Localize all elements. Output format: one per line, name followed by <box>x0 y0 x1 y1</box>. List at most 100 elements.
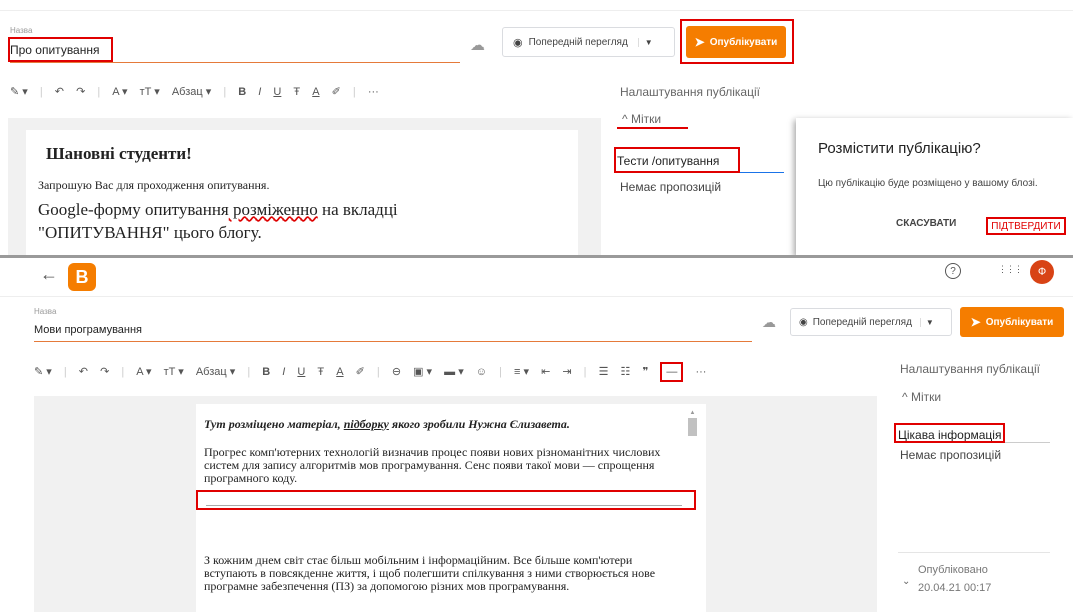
editor-canvas: Шановні студенти! Запрошую Вас для прохо… <box>8 118 601 258</box>
publish-button[interactable]: ➤ Опублікувати <box>960 307 1064 337</box>
help-icon[interactable]: ? <box>945 263 961 279</box>
text-color-icon[interactable]: A ▾ <box>136 365 151 378</box>
emoji-icon[interactable]: ☺ <box>476 366 487 378</box>
doc-line2c: на вкладці <box>317 200 398 219</box>
blogger-logo-icon[interactable]: B <box>68 263 96 291</box>
undo-icon[interactable]: ↶ <box>55 85 64 98</box>
underline-icon[interactable]: U <box>297 366 305 378</box>
published-label: Опубліковано <box>918 564 988 576</box>
editor-toolbar: ✎ ▾ | ↶ ↷ | A ▾ ᴛT ▾ Абзац ▾ | B I U Ŧ A… <box>10 85 379 98</box>
scrollbar-thumb[interactable] <box>688 418 697 436</box>
font-size-icon[interactable]: ᴛT ▾ <box>164 365 184 378</box>
published-chevron-icon[interactable]: ⌄ <box>902 576 910 587</box>
send-icon: ➤ <box>970 315 981 329</box>
text-color-icon[interactable]: A ▾ <box>112 85 127 98</box>
doc-heading: Шановні студенти! <box>46 144 192 163</box>
document-page[interactable]: Тут розміщено матеріал, підборку якого з… <box>196 404 706 612</box>
doc-line2: Google-форму опитування розміженно на вк… <box>38 200 398 220</box>
chevron-down-icon[interactable]: ▼ <box>637 37 653 47</box>
highlight-labels <box>614 147 740 173</box>
apps-grid-icon[interactable]: ⋮⋮⋮ <box>998 264 1023 275</box>
font-color-icon[interactable]: A <box>312 86 319 98</box>
doc-intro-a: Тут розміщено матеріал, <box>204 417 344 431</box>
editor-toolbar: ✎ ▾ | ↶ ↷ | A ▾ ᴛT ▾ Абзац ▾ | B I U Ŧ A… <box>34 362 715 382</box>
published-date: 20.04.21 00:17 <box>918 582 992 594</box>
doc-line3: "ОПИТУВАННЯ" цього блогу. <box>38 223 262 242</box>
numbered-list-icon[interactable]: ☷ <box>621 365 631 378</box>
italic-icon[interactable]: I <box>258 86 261 98</box>
more-icon[interactable]: ··· <box>695 366 706 378</box>
publish-dialog: Розмістити публікацію? Цю публікацію буд… <box>796 118 1073 256</box>
title-underline <box>10 62 460 63</box>
undo-icon[interactable]: ↶ <box>79 365 88 378</box>
confirm-button[interactable]: ПІДТВЕРДИТИ <box>986 217 1066 235</box>
bold-icon[interactable]: B <box>262 366 270 378</box>
indent-more-icon[interactable]: ⇥ <box>562 365 571 378</box>
bulleted-list-icon[interactable]: ☰ <box>599 365 609 378</box>
italic-icon[interactable]: I <box>282 366 285 378</box>
redo-icon[interactable]: ↷ <box>100 365 109 378</box>
settings-heading: Налаштування публікації <box>900 362 1040 376</box>
preview-button[interactable]: ◉ Попередній перегляд ▼ <box>502 27 675 57</box>
font-color-icon[interactable]: A <box>336 366 343 378</box>
preview-label: Попередній перегляд <box>528 36 628 48</box>
doc-line1: Запрошую Вас для проходження опитування. <box>38 178 270 192</box>
more-icon[interactable]: ··· <box>368 86 379 98</box>
back-arrow-icon[interactable]: ← <box>40 264 58 285</box>
avatar[interactable]: Ф <box>1030 260 1054 284</box>
doc-paragraph-2: З кожним днем світ стає більш мобільним … <box>204 553 656 593</box>
labels-toggle[interactable]: ^ Мітки <box>902 390 941 404</box>
preview-button[interactable]: ◉ Попередній перегляд ▼ <box>790 308 952 336</box>
title-input[interactable]: Мови програмування <box>34 324 142 336</box>
doc-line2b: розміженно <box>228 200 318 219</box>
labels-toggle[interactable]: ^ Мітки <box>622 112 661 126</box>
doc-intro: Тут розміщено матеріал, підборку якого з… <box>204 417 570 432</box>
no-suggestions: Немає пропозицій <box>900 448 1002 462</box>
pen-icon[interactable]: ✎ ▾ <box>34 365 52 378</box>
underline-icon[interactable]: U <box>273 86 281 98</box>
image-icon[interactable]: ▣ ▾ <box>413 365 432 378</box>
sidebar-divider <box>898 552 1050 553</box>
preview-label: Попередній перегляд <box>812 316 912 328</box>
highlight-publish <box>680 19 794 64</box>
marker-icon[interactable]: ✐ <box>332 85 341 98</box>
eye-icon: ◉ <box>513 36 523 49</box>
chevron-down-icon[interactable]: ▼ <box>919 317 934 327</box>
eye-icon: ◉ <box>799 316 808 328</box>
top-panel: Назва Про опитування ☁ ◉ Попередній пере… <box>0 0 1073 258</box>
highlight-horizontal-rule <box>196 490 696 510</box>
editor-canvas: Тут розміщено матеріал, підборку якого з… <box>34 396 877 612</box>
strikethrough-icon[interactable]: Ŧ <box>317 366 324 378</box>
cancel-button[interactable]: СКАСУВАТИ <box>896 218 956 229</box>
dialog-title: Розмістити публікацію? <box>818 140 981 157</box>
bold-icon[interactable]: B <box>238 86 246 98</box>
highlight-labels <box>894 423 1005 443</box>
quote-icon[interactable]: ❞ <box>642 365 648 378</box>
cloud-icon: ☁ <box>470 37 485 54</box>
scrollbar[interactable]: ▲ <box>688 410 697 610</box>
horizontal-line-icon[interactable]: — <box>660 362 684 382</box>
highlight-title <box>8 37 113 62</box>
link-icon[interactable]: ⊖ <box>392 365 401 378</box>
top-divider <box>0 10 1073 11</box>
paragraph-select[interactable]: Абзац ▾ <box>172 85 211 98</box>
font-size-icon[interactable]: ᴛT ▾ <box>140 85 160 98</box>
marker-icon[interactable]: ✐ <box>356 365 365 378</box>
strikethrough-icon[interactable]: Ŧ <box>293 86 300 98</box>
pen-icon[interactable]: ✎ ▾ <box>10 85 28 98</box>
indent-less-icon[interactable]: ⇤ <box>541 365 550 378</box>
scroll-up-icon[interactable]: ▲ <box>688 410 697 416</box>
document-page[interactable]: Шановні студенти! Запрошую Вас для прохо… <box>26 130 578 258</box>
align-icon[interactable]: ≡ ▾ <box>514 365 529 378</box>
doc-intro-b: підборку <box>343 417 389 431</box>
paragraph-select[interactable]: Абзац ▾ <box>196 365 235 378</box>
settings-heading: Налаштування публікації <box>620 85 760 99</box>
doc-line2a: Google-форму опитування <box>38 200 229 219</box>
cloud-icon: ☁ <box>762 314 776 330</box>
video-icon[interactable]: ▬ ▾ <box>444 365 464 378</box>
doc-paragraph-1: Прогрес комп'ютерних технологій визначив… <box>204 445 661 485</box>
redo-icon[interactable]: ↷ <box>76 85 85 98</box>
labels-underline-mark <box>617 127 688 129</box>
title-label: Назва <box>10 26 33 35</box>
publish-label: Опублікувати <box>985 316 1054 328</box>
